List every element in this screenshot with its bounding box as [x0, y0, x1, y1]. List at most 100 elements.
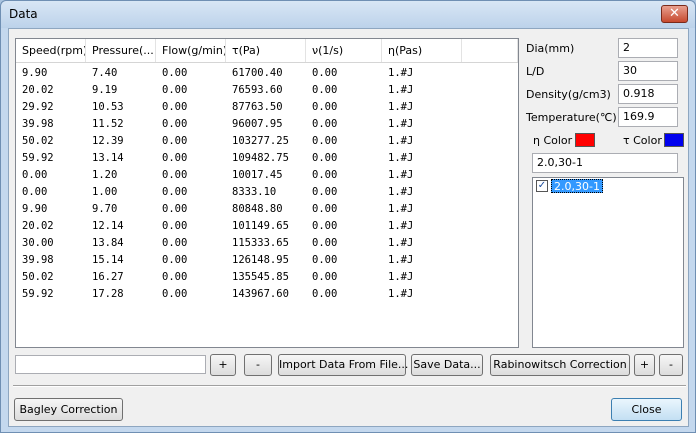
table-cell-tau: 61700.40	[232, 67, 283, 79]
table-row[interactable]: 50.02 16.27 0.00 135545.85 0.00 1.#J	[16, 269, 518, 286]
table-cell-tau: 80848.80	[232, 203, 283, 215]
table-cell-speed: 20.02	[22, 84, 54, 96]
table-cell-flow: 0.00	[162, 67, 188, 79]
window-title: Data	[9, 7, 38, 21]
table-cell-pressure: 13.84	[92, 237, 124, 249]
column-header-speed[interactable]: Speed(rpm)	[16, 39, 86, 62]
table-cell-nu: 0.00	[312, 135, 338, 147]
table-cell-pressure: 7.40	[92, 67, 118, 79]
table-cell-nu: 0.00	[312, 288, 338, 300]
column-header-nu[interactable]: ν(1/s)	[306, 39, 382, 62]
ld-input[interactable]: 30	[618, 61, 678, 81]
table-cell-eta: 1.#J	[388, 237, 414, 249]
column-header-tau[interactable]: τ(Pa)	[226, 39, 306, 62]
dataset-item-label[interactable]: 2.0,30-1	[551, 179, 603, 193]
data-table[interactable]: Speed(rpm) Pressure(... Flow(g/min) τ(Pa…	[15, 38, 519, 348]
table-cell-tau: 126148.95	[232, 254, 289, 266]
tau-color-swatch[interactable]	[664, 133, 684, 147]
column-header-pressure[interactable]: Pressure(...	[86, 39, 156, 62]
table-row[interactable]: 59.92 17.28 0.00 143967.60 0.00 1.#J	[16, 286, 518, 303]
dataset-name-input[interactable]: 2.0,30-1	[532, 153, 678, 173]
density-input[interactable]: 0.918	[618, 84, 678, 104]
table-cell-speed: 39.98	[22, 118, 54, 130]
data-dialog: Data ✕ Speed(rpm) Pressure(... Flow(g/mi…	[0, 0, 696, 433]
ld-label: L/D	[526, 65, 545, 78]
table-cell-pressure: 11.52	[92, 118, 124, 130]
table-cell-pressure: 9.19	[92, 84, 118, 96]
table-cell-pressure: 1.20	[92, 169, 118, 181]
table-cell-nu: 0.00	[312, 271, 338, 283]
table-cell-flow: 0.00	[162, 118, 188, 130]
table-cell-eta: 1.#J	[388, 186, 414, 198]
table-cell-speed: 20.02	[22, 220, 54, 232]
table-cell-eta: 1.#J	[388, 169, 414, 181]
table-cell-flow: 0.00	[162, 288, 188, 300]
table-row[interactable]: 50.02 12.39 0.00 103277.25 0.00 1.#J	[16, 133, 518, 150]
table-cell-speed: 30.00	[22, 237, 54, 249]
table-cell-tau: 103277.25	[232, 135, 289, 147]
table-cell-pressure: 12.39	[92, 135, 124, 147]
table-row[interactable]: 30.00 13.84 0.00 115333.65 0.00 1.#J	[16, 235, 518, 252]
table-cell-eta: 1.#J	[388, 118, 414, 130]
table-row[interactable]: 20.02 9.19 0.00 76593.60 0.00 1.#J	[16, 82, 518, 99]
dialog-client-area: Speed(rpm) Pressure(... Flow(g/min) τ(Pa…	[8, 28, 689, 427]
table-row[interactable]: 39.98 11.52 0.00 96007.95 0.00 1.#J	[16, 116, 518, 133]
bagley-correction-button[interactable]: Bagley Correction	[14, 398, 123, 421]
table-row[interactable]: 20.02 12.14 0.00 101149.65 0.00 1.#J	[16, 218, 518, 235]
table-cell-eta: 1.#J	[388, 152, 414, 164]
table-cell-tau: 143967.60	[232, 288, 289, 300]
table-cell-tau: 115333.65	[232, 237, 289, 249]
table-cell-pressure: 17.28	[92, 288, 124, 300]
save-data-button[interactable]: Save Data...	[411, 354, 483, 376]
table-cell-tau: 109482.75	[232, 152, 289, 164]
name-input[interactable]	[15, 355, 206, 374]
footer-divider	[13, 385, 686, 387]
table-cell-eta: 1.#J	[388, 101, 414, 113]
table-row[interactable]: 0.00 1.20 0.00 10017.45 0.00 1.#J	[16, 167, 518, 184]
table-cell-eta: 1.#J	[388, 271, 414, 283]
title-bar[interactable]: Data ✕	[1, 1, 695, 28]
table-cell-eta: 1.#J	[388, 203, 414, 215]
table-row[interactable]: 29.92 10.53 0.00 87763.50 0.00 1.#J	[16, 99, 518, 116]
add-button[interactable]: +	[210, 354, 236, 376]
right-add-button[interactable]: +	[634, 354, 655, 376]
column-header-eta[interactable]: η(Pas)	[382, 39, 462, 62]
dataset-list[interactable]: ✓ 2.0,30-1	[532, 177, 684, 348]
table-cell-tau: 101149.65	[232, 220, 289, 232]
dataset-checkbox[interactable]: ✓	[536, 180, 548, 192]
table-cell-nu: 0.00	[312, 101, 338, 113]
table-cell-pressure: 16.27	[92, 271, 124, 283]
table-cell-speed: 9.90	[22, 203, 48, 215]
eta-color-swatch[interactable]	[575, 133, 595, 147]
table-cell-nu: 0.00	[312, 203, 338, 215]
window-close-icon[interactable]: ✕	[661, 5, 688, 23]
table-row[interactable]: 39.98 15.14 0.00 126148.95 0.00 1.#J	[16, 252, 518, 269]
temperature-input[interactable]: 169.9	[618, 107, 678, 127]
dia-input[interactable]: 2	[618, 38, 678, 58]
import-data-button[interactable]: Import Data From File...	[278, 354, 408, 376]
table-cell-nu: 0.00	[312, 186, 338, 198]
table-row[interactable]: 9.90 9.70 0.00 80848.80 0.00 1.#J	[16, 201, 518, 218]
table-cell-pressure: 15.14	[92, 254, 124, 266]
table-row[interactable]: 59.92 13.14 0.00 109482.75 0.00 1.#J	[16, 150, 518, 167]
rabinowitsch-correction-button[interactable]: Rabinowitsch Correction	[490, 354, 630, 376]
table-cell-speed: 50.02	[22, 135, 54, 147]
table-cell-nu: 0.00	[312, 237, 338, 249]
table-cell-tau: 87763.50	[232, 101, 283, 113]
table-cell-nu: 0.00	[312, 84, 338, 96]
table-row[interactable]: 9.90 7.40 0.00 61700.40 0.00 1.#J	[16, 65, 518, 82]
remove-button[interactable]: -	[244, 354, 272, 376]
column-header-flow[interactable]: Flow(g/min)	[156, 39, 226, 62]
right-remove-button[interactable]: -	[659, 354, 683, 376]
table-row[interactable]: 0.00 1.00 0.00 8333.10 0.00 1.#J	[16, 184, 518, 201]
close-button[interactable]: Close	[611, 398, 682, 421]
table-cell-flow: 0.00	[162, 152, 188, 164]
dia-label: Dia(mm)	[526, 42, 575, 55]
table-cell-pressure: 9.70	[92, 203, 118, 215]
table-cell-flow: 0.00	[162, 101, 188, 113]
table-cell-tau: 76593.60	[232, 84, 283, 96]
table-cell-pressure: 13.14	[92, 152, 124, 164]
table-cell-flow: 0.00	[162, 237, 188, 249]
table-cell-speed: 50.02	[22, 271, 54, 283]
table-cell-eta: 1.#J	[388, 135, 414, 147]
